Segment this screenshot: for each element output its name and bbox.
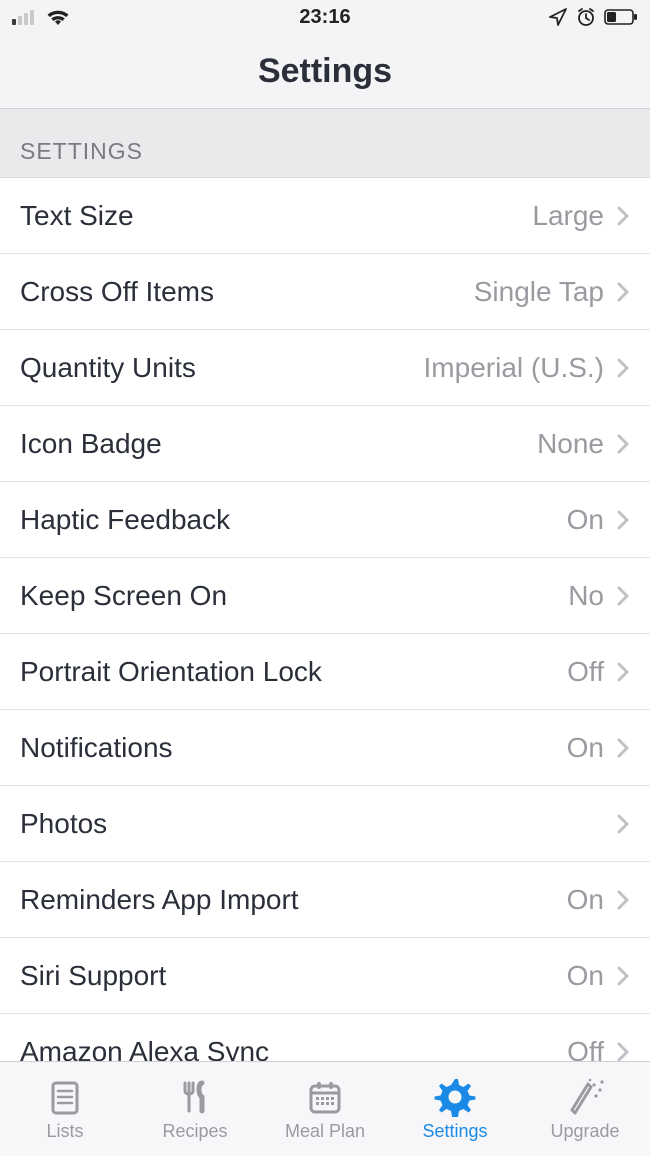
tab-meal-plan[interactable]: Meal Plan	[260, 1062, 390, 1156]
row-siri-support[interactable]: Siri Support On	[0, 938, 650, 1014]
row-label: Keep Screen On	[20, 580, 556, 612]
chevron-right-icon	[616, 661, 630, 683]
row-value: On	[567, 504, 604, 536]
chevron-right-icon	[616, 737, 630, 759]
tab-recipes[interactable]: Recipes	[130, 1062, 260, 1156]
chevron-right-icon	[616, 585, 630, 607]
row-label: Photos	[20, 808, 592, 840]
row-value: Off	[567, 656, 604, 688]
row-value: Imperial (U.S.)	[424, 352, 604, 384]
row-label: Quantity Units	[20, 352, 412, 384]
chevron-right-icon	[616, 357, 630, 379]
meal-plan-icon	[303, 1077, 347, 1117]
battery-icon	[604, 9, 638, 25]
settings-icon	[433, 1077, 477, 1117]
row-label: Reminders App Import	[20, 884, 555, 916]
row-label: Portrait Orientation Lock	[20, 656, 555, 688]
status-right	[548, 7, 638, 27]
page-title: Settings	[258, 52, 392, 91]
chevron-right-icon	[616, 433, 630, 455]
row-value: No	[568, 580, 604, 612]
tab-lists[interactable]: Lists	[0, 1062, 130, 1156]
chevron-right-icon	[616, 281, 630, 303]
row-label: Icon Badge	[20, 428, 525, 460]
alarm-icon	[576, 7, 596, 27]
row-amazon-alexa-sync[interactable]: Amazon Alexa Sync Off	[0, 1014, 650, 1061]
row-text-size[interactable]: Text Size Large	[0, 178, 650, 254]
tab-label: Recipes	[162, 1121, 227, 1142]
chevron-right-icon	[616, 889, 630, 911]
row-quantity-units[interactable]: Quantity Units Imperial (U.S.)	[0, 330, 650, 406]
tab-bar: Lists Recipes	[0, 1061, 650, 1156]
location-icon	[548, 7, 568, 27]
wifi-icon	[46, 8, 70, 26]
tab-label: Meal Plan	[285, 1121, 365, 1142]
row-label: Amazon Alexa Sync	[20, 1036, 555, 1061]
chevron-right-icon	[616, 813, 630, 835]
row-cross-off-items[interactable]: Cross Off Items Single Tap	[0, 254, 650, 330]
row-label: Cross Off Items	[20, 276, 462, 308]
chevron-right-icon	[616, 965, 630, 987]
section-header: SETTINGS	[0, 109, 650, 178]
chevron-right-icon	[616, 1041, 630, 1061]
row-photos[interactable]: Photos	[0, 786, 650, 862]
row-value: Large	[532, 200, 604, 232]
lists-icon	[43, 1077, 87, 1117]
row-value: Single Tap	[474, 276, 604, 308]
row-value: Off	[567, 1036, 604, 1061]
chevron-right-icon	[616, 509, 630, 531]
row-value: On	[567, 884, 604, 916]
screen: 23:16 Settings	[0, 0, 650, 1156]
row-value: On	[567, 732, 604, 764]
tab-label: Upgrade	[550, 1121, 619, 1142]
settings-list: Text Size Large Cross Off Items Single T…	[0, 178, 650, 1061]
row-icon-badge[interactable]: Icon Badge None	[0, 406, 650, 482]
row-value: None	[537, 428, 604, 460]
row-haptic-feedback[interactable]: Haptic Feedback On	[0, 482, 650, 558]
tab-label: Lists	[46, 1121, 83, 1142]
section-header-text: SETTINGS	[20, 138, 143, 165]
tab-settings[interactable]: Settings	[390, 1062, 520, 1156]
tab-upgrade[interactable]: Upgrade	[520, 1062, 650, 1156]
tab-label: Settings	[422, 1121, 487, 1142]
row-notifications[interactable]: Notifications On	[0, 710, 650, 786]
recipes-icon	[173, 1077, 217, 1117]
chevron-right-icon	[616, 205, 630, 227]
row-label: Haptic Feedback	[20, 504, 555, 536]
row-label: Siri Support	[20, 960, 555, 992]
row-portrait-orientation-lock[interactable]: Portrait Orientation Lock Off	[0, 634, 650, 710]
status-bar: 23:16	[0, 0, 650, 34]
status-left	[12, 8, 70, 26]
upgrade-icon	[563, 1077, 607, 1117]
row-keep-screen-on[interactable]: Keep Screen On No	[0, 558, 650, 634]
cellular-icon	[12, 9, 38, 25]
row-label: Text Size	[20, 200, 520, 232]
row-reminders-app-import[interactable]: Reminders App Import On	[0, 862, 650, 938]
row-label: Notifications	[20, 732, 555, 764]
row-value: On	[567, 960, 604, 992]
nav-title-bar: Settings	[0, 34, 650, 109]
